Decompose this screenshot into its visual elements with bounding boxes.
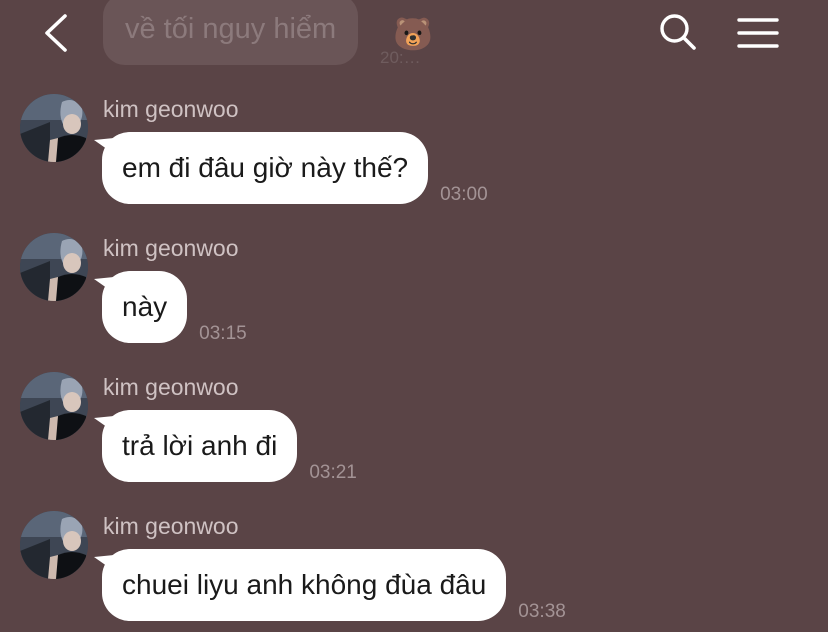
sender-name: kim geonwoo xyxy=(103,374,239,400)
message-text: này xyxy=(122,291,168,322)
sender-name: kim geonwoo xyxy=(103,96,239,122)
bear-emoji: 🐻 xyxy=(393,15,433,52)
chat-screen: về tối nguy hiểm 🐻 20:… kim geonwoo em đ… xyxy=(0,0,828,632)
previous-message-bubble[interactable]: về tối nguy hiểm xyxy=(103,0,359,65)
previous-message-time: 20:… xyxy=(380,48,421,67)
message-time: 03:15 xyxy=(199,323,247,344)
message-bubble[interactable]: này xyxy=(94,271,188,343)
chevron-left-icon xyxy=(45,14,67,52)
message-row: kim geonwoo chuei liyu anh không đùa đâu… xyxy=(0,511,828,632)
message-row: kim geonwoo em đi đâu giờ này thế? 03:00 xyxy=(0,94,828,224)
message-row: kim geonwoo trả lời anh đi 03:21 xyxy=(0,372,828,502)
search-button[interactable] xyxy=(652,6,704,58)
avatar-photo xyxy=(20,372,88,440)
message-time: 03:38 xyxy=(518,601,566,622)
message-row: kim geonwoo này 03:15 xyxy=(0,233,828,363)
hamburger-menu-icon xyxy=(737,18,779,48)
bubble-tail xyxy=(94,555,114,571)
avatar[interactable] xyxy=(20,233,88,301)
message-bubble[interactable]: chuei liyu anh không đùa đâu xyxy=(94,549,507,621)
avatar[interactable] xyxy=(20,511,88,579)
message-text: chuei liyu anh không đùa đâu xyxy=(122,569,487,600)
message-bubble[interactable]: em đi đâu giờ này thế? xyxy=(94,132,429,204)
sender-name: kim geonwoo xyxy=(103,513,239,539)
menu-button[interactable] xyxy=(730,8,786,58)
avatar-photo xyxy=(20,233,88,301)
bubble-tail xyxy=(94,416,114,432)
previous-message-text: về tối nguy hiểm xyxy=(125,13,337,45)
search-icon xyxy=(660,14,696,50)
avatar-photo xyxy=(20,94,88,162)
avatar-photo xyxy=(20,511,88,579)
message-bubble[interactable]: trả lời anh đi xyxy=(94,410,298,482)
bubble-tail xyxy=(94,138,114,154)
message-time: 03:00 xyxy=(440,184,488,205)
message-bubble-group: trả lời anh đi 03:21 xyxy=(94,410,357,483)
message-bubble-group: này 03:15 xyxy=(94,271,247,344)
avatar[interactable] xyxy=(20,94,88,162)
message-bubble-group: chuei liyu anh không đùa đâu 03:38 xyxy=(94,549,566,622)
back-button[interactable] xyxy=(34,8,78,58)
bubble-tail xyxy=(94,277,114,293)
message-time: 03:21 xyxy=(309,462,357,483)
sender-name: kim geonwoo xyxy=(103,235,239,261)
message-text: em đi đâu giờ này thế? xyxy=(122,152,409,183)
message-bubble-group: em đi đâu giờ này thế? 03:00 xyxy=(94,132,488,205)
bear-emoji-glyph: 🐻 xyxy=(393,15,433,52)
message-text: trả lời anh đi xyxy=(122,430,278,461)
avatar[interactable] xyxy=(20,372,88,440)
